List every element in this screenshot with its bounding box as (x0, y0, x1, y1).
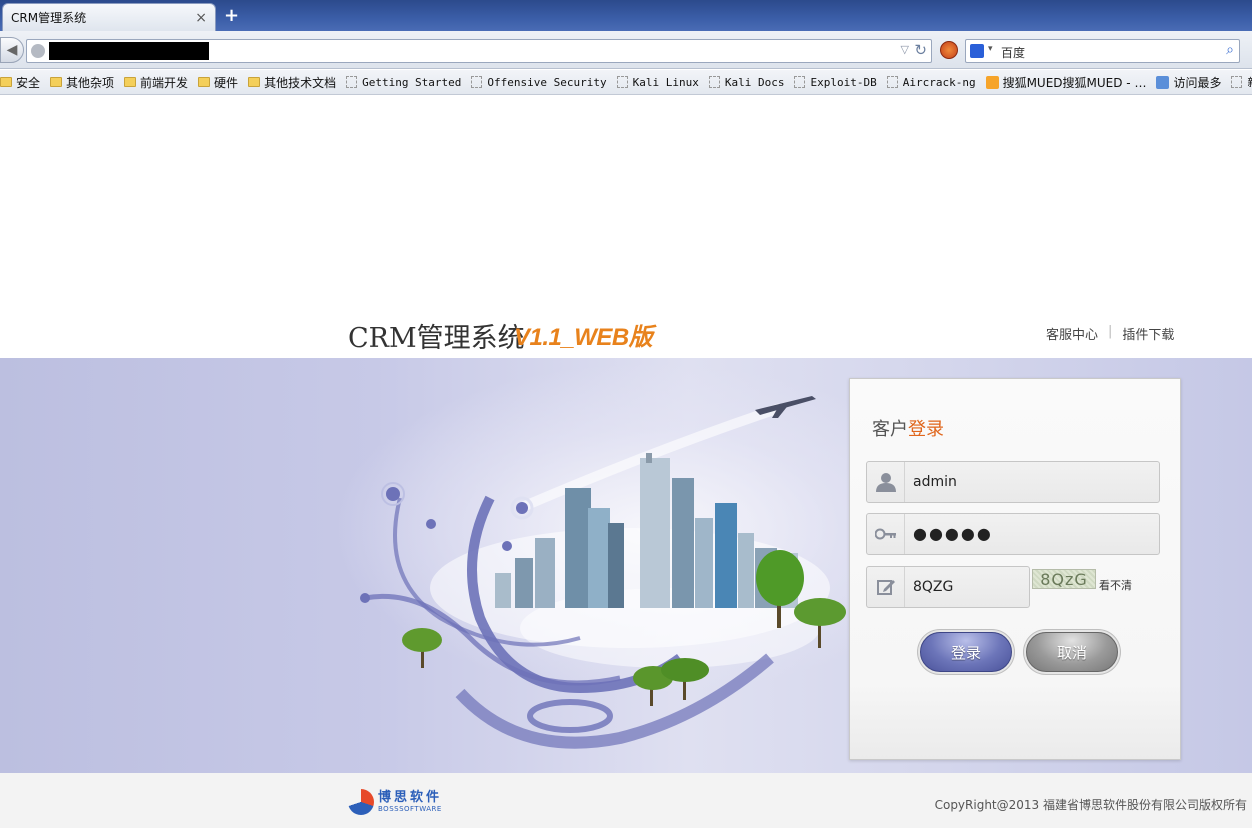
browser-tabbar: CRM管理系统 × + (0, 0, 1252, 31)
search-icon[interactable]: ⌕ (1226, 42, 1234, 58)
bookmark-label: 其他杂项 (66, 75, 115, 90)
cancel-button[interactable]: 取消 (1026, 632, 1118, 672)
logo-brand-cn: 博思软件 (378, 790, 443, 805)
bookmark-item[interactable]: Exploit-DB (794, 75, 877, 89)
browser-tab-active[interactable]: CRM管理系统 × (2, 3, 216, 31)
skyline-icon (495, 453, 798, 608)
bookmark-label: 访问最多 (1173, 75, 1222, 90)
url-redacted (49, 42, 209, 60)
search-engine-label: 百度 (1001, 46, 1026, 60)
page-icon (471, 76, 483, 88)
logo-brand-en: BOSSSOFTWARE (378, 805, 442, 813)
captcha-image[interactable]: 8QzG (1032, 569, 1096, 589)
key-icon (867, 514, 905, 554)
company-logo: 博思软件 BOSSSOFTWARE (348, 789, 442, 815)
bookmark-item[interactable]: 搜狐MUED搜狐MUED - … (985, 74, 1147, 91)
bookmark-label: Offensive Security (487, 75, 607, 89)
arrow-left-icon: ◀ (6, 42, 18, 58)
customer-service-link[interactable]: 客服中心 (1046, 324, 1098, 343)
globe-icon (31, 44, 45, 58)
folder-icon (0, 77, 12, 87)
city-illustration (360, 396, 846, 749)
login-title-prefix: 客户 (872, 419, 908, 440)
bookmark-label: Getting Started (362, 75, 462, 89)
user-icon (867, 462, 905, 502)
login-panel: 客户登录 admin ●●●●● 8QZG 8QzG 看不清 登录 取消 (849, 378, 1181, 760)
address-bar[interactable]: ▽ ↻ (26, 39, 932, 63)
browser-navbar: ◀ ▽ ↻ ▾ 百度 ⌕ (0, 31, 1252, 69)
bookmark-label: Kali Linux (632, 75, 699, 89)
folder-icon (248, 77, 261, 87)
bookmark-item[interactable]: 其他技术文档 (248, 74, 336, 91)
bookmark-item[interactable]: Aircrack-ng (886, 75, 976, 89)
captcha-field[interactable]: 8QZG (866, 566, 1030, 608)
page-footer: 博思软件 BOSSSOFTWARE CopyRight@2013 福建省博思软件… (0, 773, 1252, 828)
login-title: 客户登录 (872, 415, 944, 441)
bookmark-item[interactable]: Getting Started (346, 76, 461, 89)
bookmark-item[interactable]: 安全 (0, 74, 40, 91)
bookmark-label: Kali Docs (724, 75, 785, 89)
bookmark-item[interactable]: Kali Linux (616, 75, 699, 89)
bookmark-label: Aircrack-ng (902, 75, 976, 89)
password-field[interactable]: ●●●●● (866, 513, 1160, 555)
folder-icon (124, 77, 137, 87)
page-icon (346, 76, 358, 88)
bookmark-label: 硬件 (214, 75, 239, 90)
app-title: CRM管理系统 (348, 323, 525, 354)
page-icon (794, 76, 806, 88)
bookmark-item[interactable]: 访问最多 (1156, 74, 1221, 91)
username-value: admin (913, 474, 957, 490)
bookmark-label: 搜狐MUED搜狐MUED - … (1002, 75, 1147, 90)
page-header: CRM管理系统 V1.1_WEB版 客服中心 | 插件下载 (0, 96, 1252, 358)
bookmarks-toolbar: 安全 其他杂项 前端开发 硬件 其他技术文档 Getting Started Offensi… (0, 70, 1252, 95)
baidu-engine-icon[interactable] (970, 44, 984, 58)
edit-icon (867, 567, 905, 607)
bookmark-item[interactable]: 硬件 (198, 74, 238, 91)
search-bar[interactable]: ▾ 百度 ⌕ (965, 39, 1240, 63)
captcha-value: 8QZG (913, 579, 954, 595)
bookmark-item[interactable]: Kali Docs (708, 75, 785, 89)
bookmark-label: Exploit-DB (810, 75, 877, 89)
rss-icon (985, 75, 999, 89)
bookmark-label: 其他技术文档 (264, 75, 337, 90)
bookmark-label: 新手上 (1247, 74, 1252, 90)
page-icon (1231, 76, 1243, 88)
page-icon (708, 76, 720, 88)
web-icon (1156, 75, 1170, 89)
bookmark-item[interactable]: 其他杂项 (50, 74, 114, 91)
reload-icon[interactable]: ↻ (914, 41, 927, 59)
refresh-captcha-link[interactable]: 看不清 (1099, 577, 1132, 593)
engine-dropdown-icon[interactable]: ▾ (988, 44, 993, 54)
new-tab-button[interactable]: + (224, 5, 239, 26)
link-separator: | (1108, 324, 1113, 339)
bookmark-label: 前端开发 (140, 75, 189, 90)
tab-title: CRM管理系统 (11, 11, 87, 25)
page-icon (886, 76, 898, 88)
login-button[interactable]: 登录 (920, 632, 1012, 672)
dropdown-arrow-icon[interactable]: ▽ (901, 43, 909, 56)
bookmark-item[interactable]: 新手上 (1231, 74, 1252, 90)
bookmark-item[interactable]: Offensive Security (471, 75, 607, 89)
login-title-accent: 登录 (908, 419, 944, 440)
header-links: 客服中心 | 插件下载 (1046, 324, 1174, 343)
app-version: V1.1_WEB版 (514, 324, 653, 351)
folder-icon (50, 77, 63, 87)
noscript-icon[interactable] (940, 41, 958, 59)
password-value: ●●●●● (913, 524, 993, 543)
plugin-download-link[interactable]: 插件下载 (1122, 324, 1174, 343)
close-tab-icon[interactable]: × (195, 10, 207, 26)
bookmark-item[interactable]: 前端开发 (124, 74, 188, 91)
logo-swirl-icon (348, 789, 374, 815)
folder-icon (198, 77, 211, 87)
page-icon (616, 76, 628, 88)
back-button[interactable]: ◀ (0, 37, 24, 63)
username-field[interactable]: admin (866, 461, 1160, 503)
copyright-text: CopyRight@2013 福建省博思软件股份有限公司版权所有 (934, 798, 1247, 812)
bookmark-label: 安全 (16, 75, 41, 90)
